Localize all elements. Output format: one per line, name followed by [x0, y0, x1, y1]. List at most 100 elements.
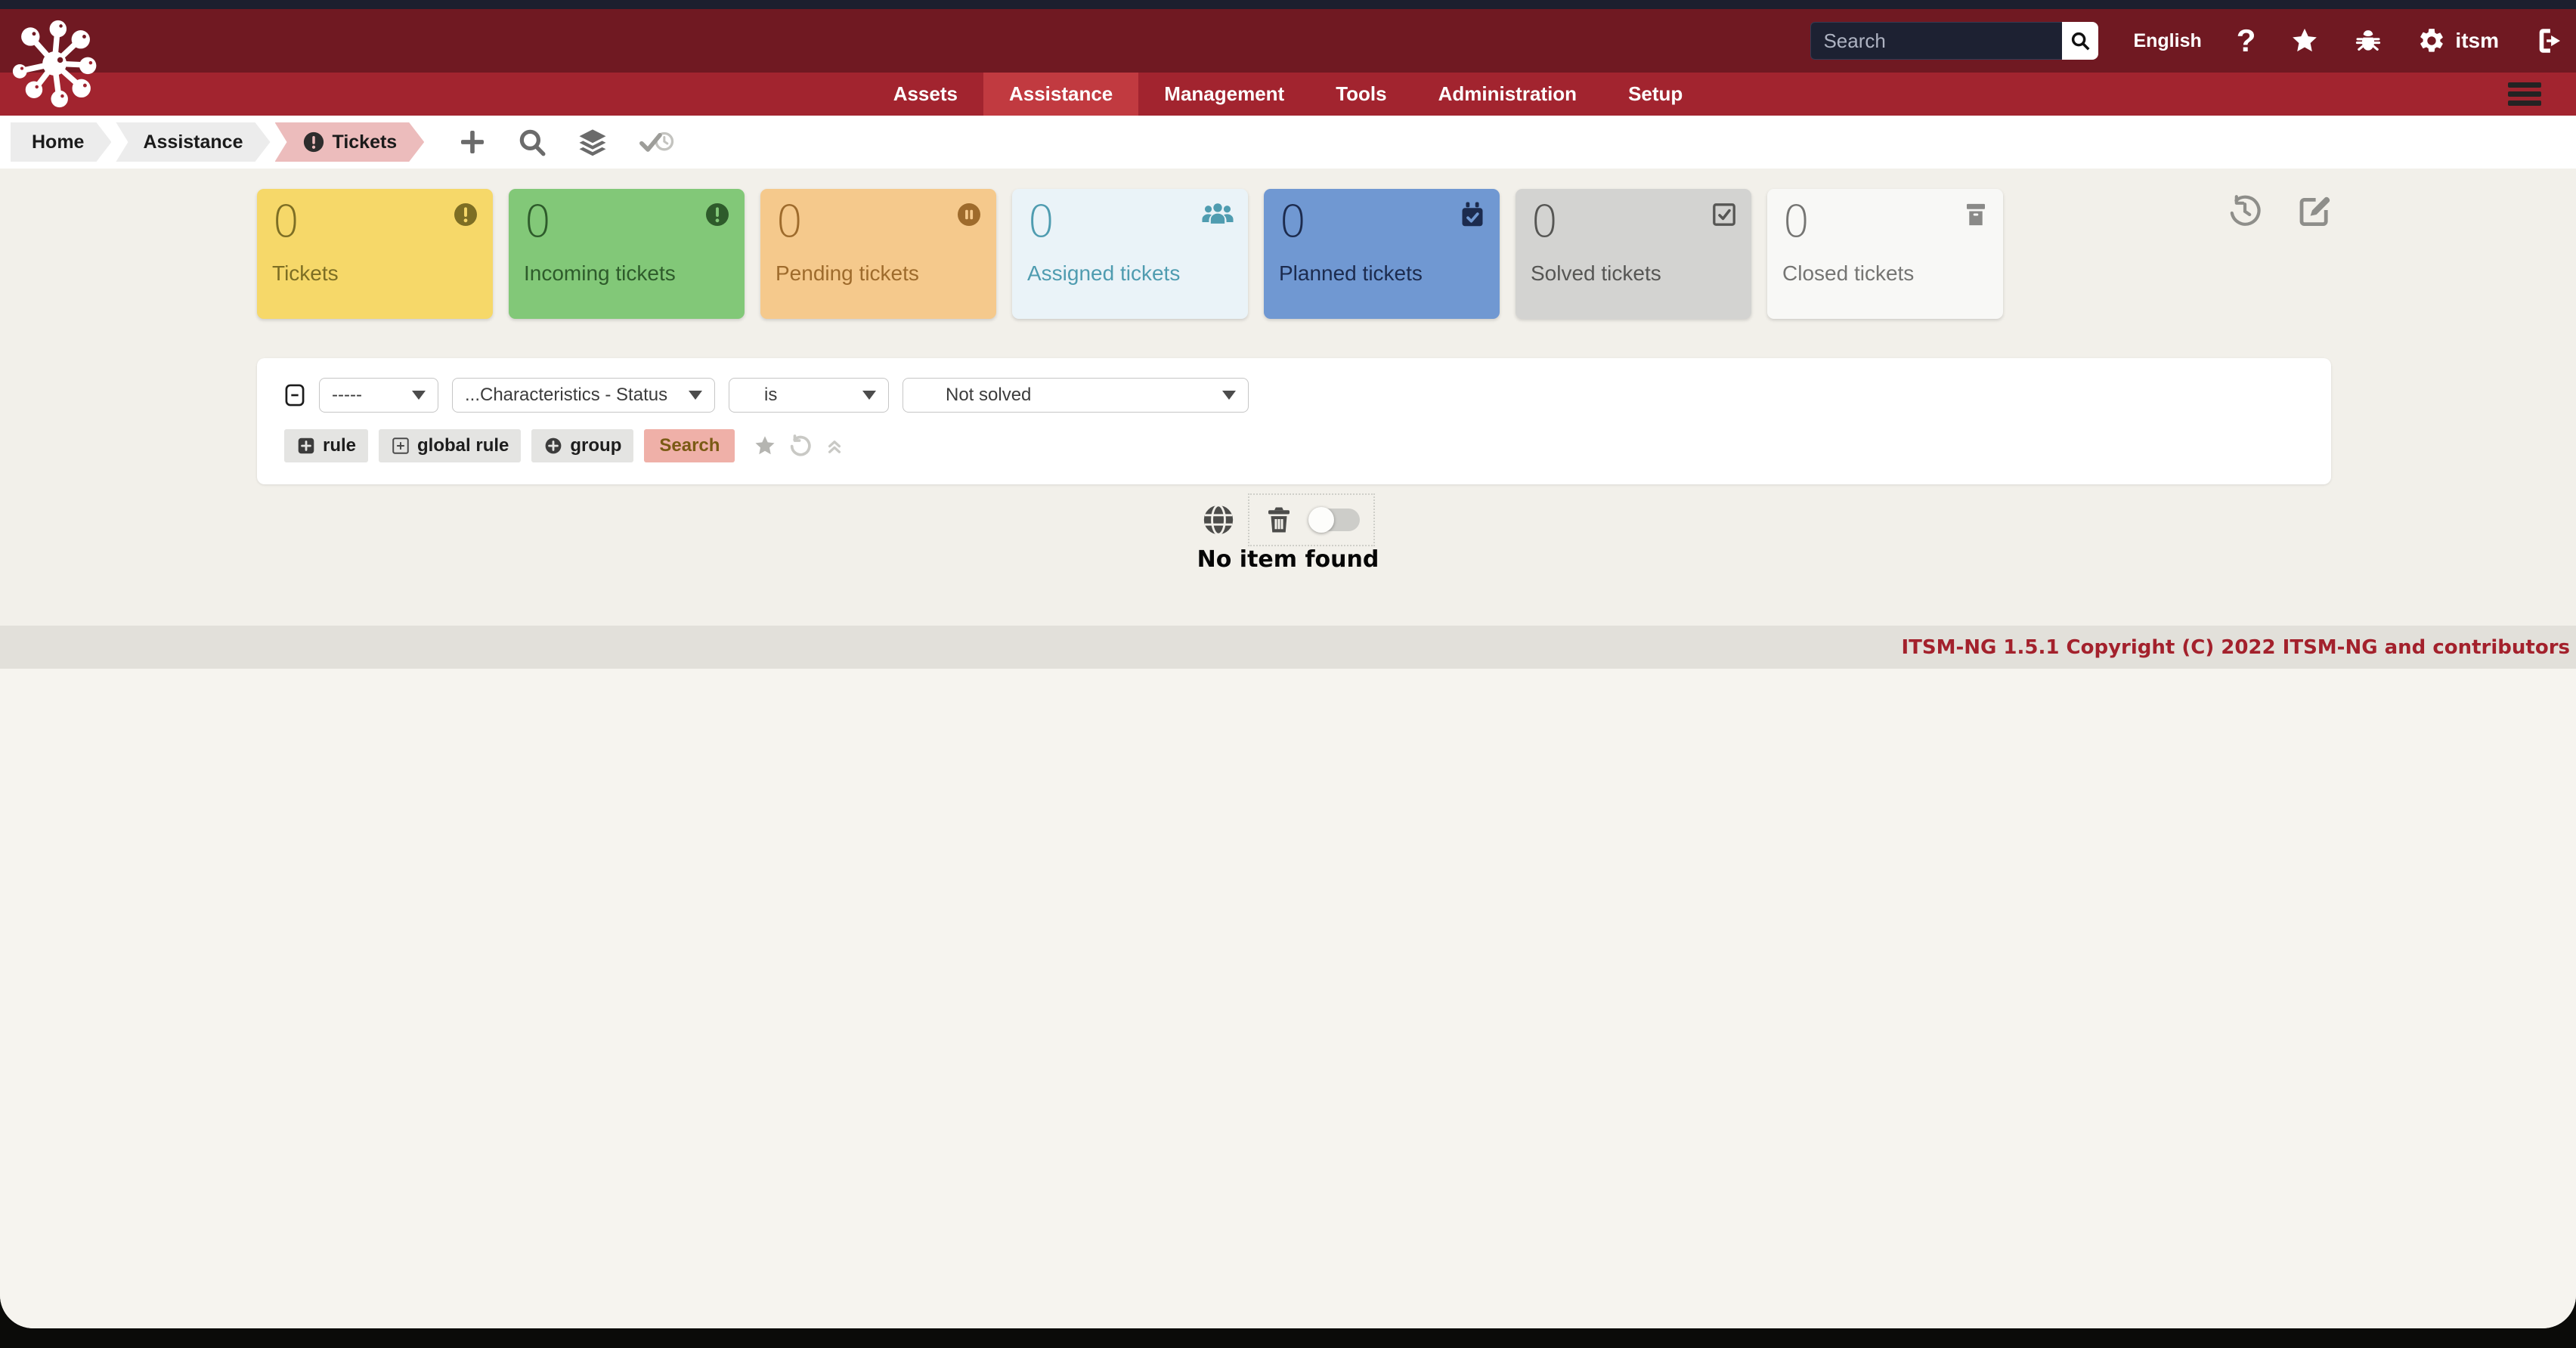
plus-square-outline-icon [391, 436, 410, 456]
add-ticket-plus-icon[interactable] [457, 127, 488, 157]
add-group-button[interactable]: group [531, 429, 633, 462]
archive-icon [1962, 201, 1989, 228]
search-tickets-icon[interactable] [516, 126, 548, 158]
card-label: Closed tickets [1782, 261, 1988, 286]
menu-management[interactable]: Management [1138, 73, 1310, 116]
search-button[interactable]: Search [644, 429, 735, 462]
card-assigned-tickets[interactable]: 0 Assigned tickets [1012, 189, 1248, 319]
bug-icon[interactable] [2354, 26, 2382, 55]
massive-actions-box [1248, 493, 1375, 546]
criteria-link-value: ----- [332, 385, 362, 406]
breadcrumb-assistance[interactable]: Assistance [116, 122, 270, 162]
chevron-down-icon [412, 391, 426, 400]
trash-icon[interactable] [1263, 504, 1295, 536]
card-label: Incoming tickets [524, 261, 729, 286]
footer: ITSM-NG 1.5.1 Copyright (C) 2022 ITSM-NG… [0, 626, 2576, 669]
breadcrumb-home[interactable]: Home [11, 122, 111, 162]
menu-assets[interactable]: Assets [868, 73, 983, 116]
planned-count: 0 [1279, 199, 1485, 243]
bookmark-star-icon[interactable] [753, 434, 777, 458]
card-label: Assigned tickets [1027, 261, 1233, 286]
exclamation-circle-icon [302, 131, 325, 153]
tickets-count: 0 [272, 199, 478, 243]
window-top-strip [0, 0, 2576, 9]
settings-gear-icon [2417, 26, 2446, 55]
add-rule-label: rule [323, 435, 356, 456]
search-submit-button[interactable] [2062, 22, 2098, 60]
card-label: Planned tickets [1279, 261, 1485, 286]
history-icon[interactable] [2227, 193, 2263, 229]
card-incoming-tickets[interactable]: 0 Incoming tickets [509, 189, 745, 319]
criteria-operator-select[interactable]: is [729, 378, 889, 413]
exclamation-circle-icon [452, 201, 479, 228]
global-search [1810, 22, 2098, 60]
language-selector[interactable]: English [2133, 30, 2201, 52]
logout-icon[interactable] [2534, 25, 2565, 57]
card-label: Solved tickets [1531, 261, 1736, 286]
users-icon [1201, 201, 1234, 227]
criteria-operator-value: is [764, 385, 777, 406]
card-tickets[interactable]: 0 Tickets [257, 189, 493, 319]
plus-square-solid-icon [296, 436, 316, 456]
breadcrumb-tickets-label: Tickets [333, 131, 398, 153]
exclamation-circle-icon [704, 201, 731, 228]
add-global-rule-button[interactable]: global rule [379, 429, 521, 462]
toggle-off[interactable] [1310, 509, 1360, 531]
breadcrumb-assistance-label: Assistance [143, 131, 243, 153]
menu-assistance[interactable]: Assistance [983, 73, 1138, 116]
add-group-label: group [570, 435, 621, 456]
search-input[interactable] [1810, 22, 2062, 60]
itsm-ng-logo[interactable] [12, 20, 100, 109]
page-lower-area [0, 669, 2576, 1328]
breadcrumb-tickets[interactable]: Tickets [275, 122, 425, 162]
search-icon [2069, 29, 2091, 52]
empty-result-message: No item found [0, 546, 2576, 573]
closed-count: 0 [1782, 199, 1988, 243]
username-label: itsm [2455, 29, 2499, 53]
search-button-label: Search [659, 435, 720, 456]
top-bar: English ? [0, 9, 2576, 73]
minus-square-icon[interactable] [284, 382, 305, 408]
search-criteria-panel: ----- ...Characteristics - Status is Not… [257, 358, 2331, 484]
solved-count: 0 [1531, 199, 1736, 243]
incoming-count: 0 [524, 199, 729, 243]
add-global-rule-label: global rule [417, 435, 509, 456]
main-menu: Assets Assistance Management Tools Admin… [0, 73, 2576, 116]
criteria-field-value: ...Characteristics - Status [465, 385, 667, 406]
ticket-status-cards: 0 Tickets 0 Incoming tickets 0 Pending t… [257, 189, 2003, 319]
breadcrumb-home-label: Home [32, 131, 84, 153]
menu-administration[interactable]: Administration [1413, 73, 1602, 116]
plus-circle-icon [543, 436, 563, 456]
card-pending-tickets[interactable]: 0 Pending tickets [760, 189, 996, 319]
page-action-icons [2227, 193, 2333, 229]
card-label: Pending tickets [776, 261, 981, 286]
criteria-value-select[interactable]: Not solved [903, 378, 1249, 413]
hamburger-icon[interactable] [2508, 82, 2541, 110]
edit-icon[interactable] [2296, 193, 2333, 229]
card-closed-tickets[interactable]: 0 Closed tickets [1767, 189, 2003, 319]
menu-tools[interactable]: Tools [1310, 73, 1412, 116]
undo-icon[interactable] [788, 433, 813, 459]
chevron-down-icon [1222, 391, 1236, 400]
criteria-value-text: Not solved [946, 385, 1031, 406]
bookmark-star-icon[interactable] [2290, 26, 2319, 55]
help-icon[interactable]: ? [2237, 25, 2256, 57]
angles-up-icon[interactable] [824, 435, 845, 456]
criteria-field-select[interactable]: ...Characteristics - Status [452, 378, 715, 413]
card-label: Tickets [272, 261, 478, 286]
main-content: 0 Tickets 0 Incoming tickets 0 Pending t… [0, 168, 2576, 626]
card-planned-tickets[interactable]: 0 Planned tickets [1264, 189, 1500, 319]
add-rule-button[interactable]: rule [284, 429, 368, 462]
app-window: English ? [0, 0, 2576, 1328]
pending-count: 0 [776, 199, 981, 243]
menu-setup[interactable]: Setup [1602, 73, 1708, 116]
user-menu[interactable]: itsm [2417, 26, 2499, 55]
card-solved-tickets[interactable]: 0 Solved tickets [1516, 189, 1751, 319]
globe-icon[interactable] [1201, 502, 1236, 537]
validation-check-clock-icon[interactable] [637, 127, 675, 157]
chevron-down-icon [689, 391, 702, 400]
criteria-link-select[interactable]: ----- [319, 378, 438, 413]
breadcrumb: Home Assistance Tickets [0, 116, 2576, 168]
toggle-knob [1308, 507, 1334, 533]
layers-icon[interactable] [577, 126, 608, 158]
